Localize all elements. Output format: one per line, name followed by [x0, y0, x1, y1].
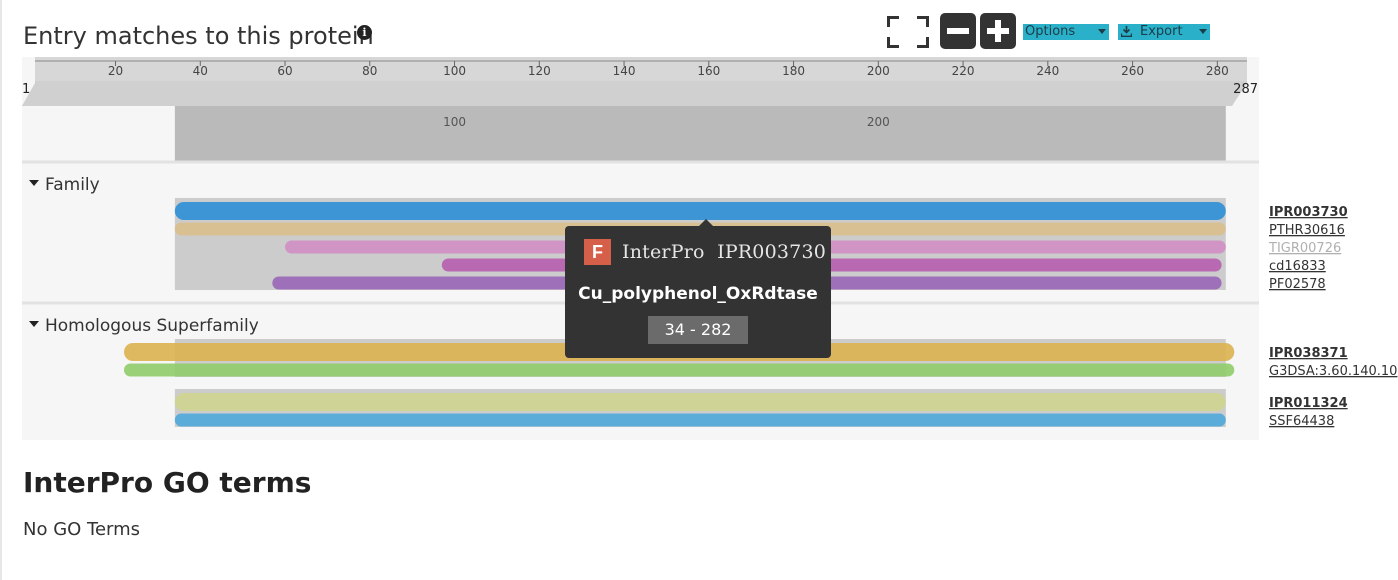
- ruler-tick-label: 20: [108, 64, 123, 78]
- entry-link[interactable]: SSF64438: [1269, 414, 1334, 429]
- ruler-tick-label: 260: [1121, 64, 1144, 78]
- entry-link[interactable]: IPR011324: [1269, 396, 1348, 411]
- entry-link[interactable]: G3DSA:3.60.140.10: [1269, 364, 1397, 379]
- sequence-end-label: 287: [1233, 82, 1258, 97]
- ruler-tick-label: 180: [782, 64, 805, 78]
- match-track[interactable]: [123, 363, 1235, 377]
- ruler-tick-label: 240: [1036, 64, 1059, 78]
- zoom-tick-label: 200: [867, 115, 890, 129]
- tooltip-entry-name: Cu_polyphenol_OxRdtase: [578, 284, 818, 304]
- ruler-tick-label: 40: [193, 64, 208, 78]
- section-title[interactable]: Homologous Superfamily: [45, 316, 259, 336]
- zoom-tick-label: 100: [443, 115, 466, 129]
- match-track[interactable]: [174, 413, 1226, 427]
- family-badge: F: [584, 239, 611, 265]
- entry-link[interactable]: PF02578: [1269, 277, 1326, 292]
- go-terms-heading: InterPro GO terms: [23, 466, 312, 499]
- tooltip-range: 34 - 282: [648, 316, 748, 344]
- ruler-tick-label: 200: [867, 64, 890, 78]
- entry-link[interactable]: TIGR00726: [1268, 241, 1341, 256]
- tooltip-source: InterPro: [622, 241, 705, 263]
- zoom-funnel: [22, 81, 1247, 106]
- zoom-window[interactable]: [174, 106, 1226, 161]
- section-title[interactable]: Family: [45, 175, 100, 195]
- entry-link[interactable]: PTHR30616: [1269, 223, 1345, 238]
- ruler-tick-label: 120: [528, 64, 551, 78]
- entry-link[interactable]: IPR038371: [1269, 346, 1348, 361]
- ruler-tick-label: 60: [277, 64, 292, 78]
- tooltip-accession: IPR003730: [717, 241, 827, 263]
- ruler-tick-label: 220: [952, 64, 975, 78]
- ruler-tick-label: 160: [697, 64, 720, 78]
- match-track[interactable]: [441, 258, 1222, 272]
- entry-link[interactable]: cd16833: [1269, 259, 1326, 274]
- entry-link[interactable]: IPR003730: [1269, 205, 1348, 220]
- go-terms-empty: No GO Terms: [23, 519, 141, 540]
- match-track[interactable]: [174, 393, 1226, 411]
- ruler-tick-label: 80: [362, 64, 377, 78]
- tooltip-header: InterPro IPR003730: [622, 241, 826, 263]
- sequence-start-label: 1: [22, 82, 30, 97]
- match-track[interactable]: [174, 202, 1226, 220]
- match-tooltip: F InterPro IPR003730 Cu_polyphenol_OxRdt…: [565, 219, 831, 358]
- ruler-tick-label: 280: [1206, 64, 1229, 78]
- ruler-tick-label: 100: [443, 64, 466, 78]
- ruler-tick-label: 140: [613, 64, 636, 78]
